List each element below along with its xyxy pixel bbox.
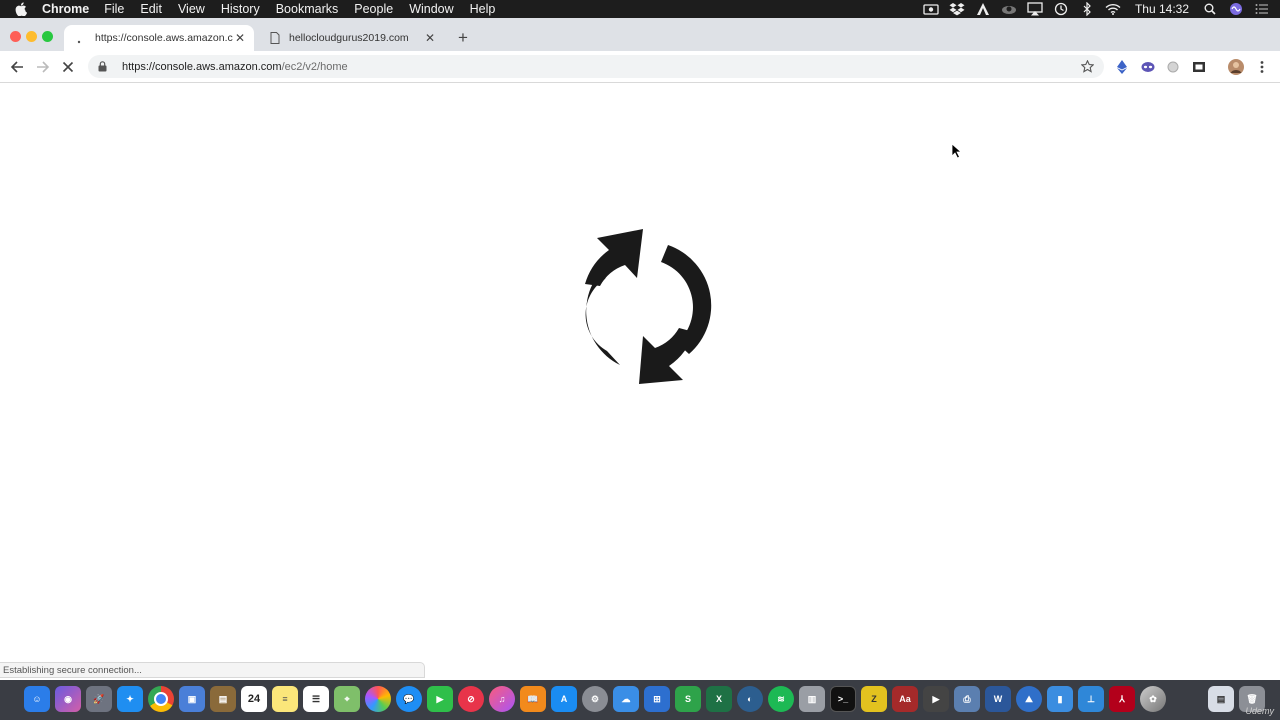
tab-title: https://console.aws.amazon.com/ec2/v2/ho… [95, 32, 233, 44]
forward-arrow-icon[interactable] [33, 57, 53, 77]
spotlight-search-icon[interactable] [1202, 2, 1218, 16]
url-host: https://console.aws.amazon.com [122, 60, 282, 73]
menu-window[interactable]: Window [409, 2, 453, 16]
downloads-folder-icon[interactable]: ▤ [1208, 686, 1234, 712]
ethereum-extension-icon[interactable] [1114, 59, 1130, 75]
archive-utility-icon[interactable]: ▥ [799, 686, 825, 712]
refresh-loading-icon [585, 229, 712, 384]
menu-bar-clock[interactable]: Thu 14:32 [1135, 2, 1189, 16]
bookmark-star-icon[interactable] [1080, 60, 1094, 74]
back-arrow-icon[interactable] [7, 57, 27, 77]
menu-people[interactable]: People [354, 2, 393, 16]
screen-record-icon[interactable] [923, 2, 939, 16]
menu-help[interactable]: Help [470, 2, 496, 16]
tab-close-icon[interactable]: ✕ [423, 31, 437, 45]
photos-icon[interactable] [365, 686, 391, 712]
terminal-icon[interactable]: >_ [830, 686, 856, 712]
spotify-icon[interactable]: ≋ [768, 686, 794, 712]
maps-icon[interactable]: ⌖ [334, 686, 360, 712]
system-preferences-icon[interactable]: ⚙ [582, 686, 608, 712]
mouse-cursor-icon [951, 143, 963, 159]
calendar-icon[interactable]: 24 [241, 686, 267, 712]
screenshot-icon[interactable]: ⎙ [954, 686, 980, 712]
airplay-icon[interactable] [1027, 2, 1043, 16]
address-bar[interactable]: https://console.aws.amazon.com/ec2/v2/ho… [88, 55, 1104, 78]
window-zoom-button[interactable] [42, 31, 53, 42]
cloud-sync-icon[interactable] [1001, 2, 1017, 16]
edge-browser-icon[interactable]: ◐ [737, 686, 763, 712]
tab-loading-icon [74, 31, 88, 45]
status-bubble: Establishing secure connection... [0, 662, 425, 678]
stop-loading-icon[interactable] [58, 57, 78, 77]
url-text[interactable]: https://console.aws.amazon.com/ec2/v2/ho… [122, 61, 1080, 73]
itunes-icon[interactable]: ♫ [489, 686, 515, 712]
safari-icon[interactable]: ✦ [117, 686, 143, 712]
apple-menu-icon[interactable] [15, 2, 29, 16]
siri-icon[interactable] [1228, 2, 1244, 16]
keynote-icon[interactable]: ⊥ [1078, 686, 1104, 712]
menu-view[interactable]: View [178, 2, 205, 16]
tab-title: hellocloudgurus2019.com [289, 32, 409, 44]
mask-extension-icon[interactable] [1140, 59, 1156, 75]
dropbox-icon[interactable] [949, 2, 965, 16]
notes-icon[interactable]: ≡ [272, 686, 298, 712]
contacts-icon[interactable]: ▤ [210, 686, 236, 712]
time-machine-icon[interactable] [1053, 2, 1069, 16]
remote-desktop-icon[interactable]: ⊞ [644, 686, 670, 712]
tab-aws-console[interactable]: https://console.aws.amazon.com/ec2/v2/ho… [64, 25, 254, 51]
launchpad-icon[interactable]: 🚀 [86, 686, 112, 712]
acrobat-icon[interactable]: ⅄ [1109, 686, 1135, 712]
messages-icon[interactable]: 💬 [396, 686, 422, 712]
finder-icon[interactable]: ☺ [24, 686, 50, 712]
chrome-icon[interactable] [148, 686, 174, 712]
numbers-icon[interactable]: ▮ [1047, 686, 1073, 712]
profile-avatar[interactable] [1228, 59, 1244, 75]
udemy-watermark: Udemy [1245, 706, 1274, 716]
wifi-icon[interactable] [1105, 2, 1121, 16]
browser-toolbar: https://console.aws.amazon.com/ec2/v2/ho… [0, 51, 1280, 83]
preview-icon[interactable]: ▣ [179, 686, 205, 712]
photo-editor-icon[interactable]: ✿ [1140, 686, 1166, 712]
siri-dock-icon[interactable]: ◉ [55, 686, 81, 712]
tab-close-icon[interactable]: ✕ [233, 31, 247, 45]
excel-icon[interactable]: X [706, 686, 732, 712]
app-store-icon[interactable]: A [551, 686, 577, 712]
sheets-icon[interactable]: S [675, 686, 701, 712]
menu-edit[interactable]: Edit [140, 2, 162, 16]
word-icon[interactable]: W [985, 686, 1011, 712]
network-utility-icon[interactable]: ☁ [613, 686, 639, 712]
menu-file[interactable]: File [104, 2, 124, 16]
facetime-icon[interactable]: ▶ [427, 686, 453, 712]
tab-hellocloudgurus[interactable]: hellocloudgurus2019.com ✕ [258, 25, 444, 51]
news-icon[interactable]: ⊘ [458, 686, 484, 712]
document-icon [268, 31, 282, 45]
menu-bar-status-area: Thu 14:32 [923, 0, 1280, 18]
macos-menu-bar: Chrome File Edit View History Bookmarks … [0, 0, 1280, 18]
screen-capture-extension-icon[interactable] [1191, 59, 1207, 75]
chrome-menu-icon[interactable] [1254, 59, 1270, 75]
notification-center-icon[interactable] [1254, 2, 1270, 16]
vpn-icon[interactable]: ⛰ [1016, 686, 1042, 712]
url-path: /ec2/v2/home [281, 60, 348, 73]
screenflow-icon[interactable]: ▶ [923, 686, 949, 712]
menu-bookmarks[interactable]: Bookmarks [276, 2, 339, 16]
macos-dock: ☺ ◉ 🚀 ✦ ▣ ▤ 24 ≡ ☰ ⌖ 💬 ▶ ⊘ ♫ 📖 A ⚙ ☁ ⊞ S… [0, 680, 1280, 720]
calendar-day: 24 [247, 693, 261, 705]
books-icon[interactable]: 📖 [520, 686, 546, 712]
new-tab-button[interactable]: + [454, 28, 472, 47]
window-close-button[interactable] [10, 31, 21, 42]
window-minimize-button[interactable] [26, 31, 37, 42]
reminders-icon[interactable]: ☰ [303, 686, 329, 712]
circle-extension-icon[interactable] [1165, 59, 1181, 75]
arc-app-icon[interactable] [975, 2, 991, 16]
dictionary-icon[interactable]: Aa [892, 686, 918, 712]
filezilla-icon[interactable]: Z [861, 686, 887, 712]
bluetooth-icon[interactable] [1079, 2, 1095, 16]
menu-app-name[interactable]: Chrome [42, 2, 89, 16]
menu-history[interactable]: History [221, 2, 260, 16]
lock-icon[interactable] [96, 61, 108, 73]
browser-tab-strip: https://console.aws.amazon.com/ec2/v2/ho… [0, 18, 1280, 51]
